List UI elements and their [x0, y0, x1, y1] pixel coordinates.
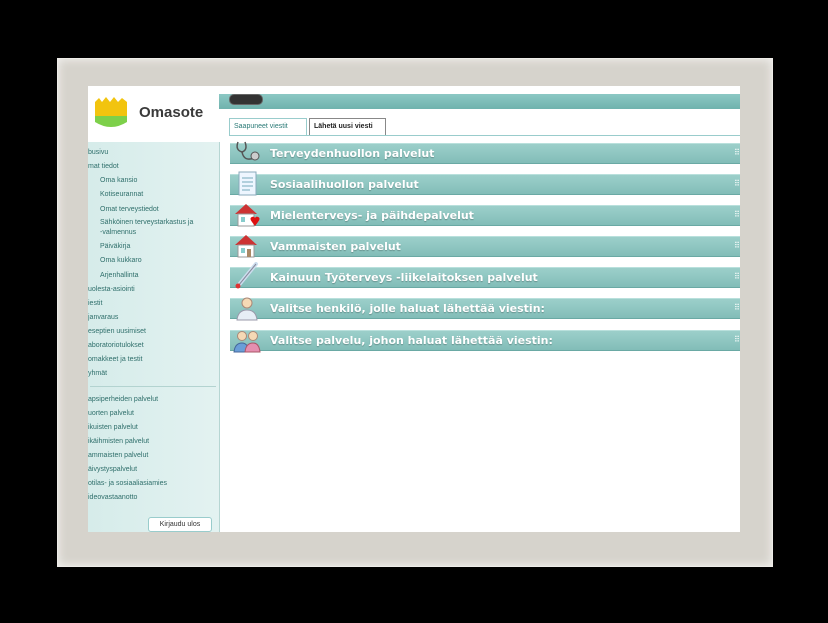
sidebar-item-disabled[interactable]: ammaisten palvelut: [88, 451, 148, 460]
expand-icon[interactable]: ⠿: [734, 149, 740, 157]
sidebar-item-proxy[interactable]: uolesta-asiointi: [88, 285, 135, 294]
section-health-services[interactable]: Terveydenhuollon palvelut ⠿: [230, 141, 740, 164]
sidebar-item-video[interactable]: ideovastaanotto: [88, 493, 137, 502]
section-select-service[interactable]: Valitse palvelu, johon haluat lähettää v…: [230, 330, 740, 353]
tab-divider: [229, 135, 740, 136]
section-occupational-health[interactable]: Kainuun Työterveys -liikelaitoksen palve…: [230, 262, 740, 289]
section-label: Kainuun Työterveys -liikelaitoksen palve…: [270, 271, 538, 284]
sidebar: busivu mat tiedot Oma kansio Kotiseurann…: [88, 142, 220, 532]
sidebar-item-lab-results[interactable]: aboratoriotulokset: [88, 341, 144, 350]
sidebar-item-health-data[interactable]: Omat terveystiedot: [100, 205, 159, 214]
thermometer-icon: [235, 262, 258, 289]
house-icon: [235, 235, 257, 258]
section-select-person[interactable]: Valitse henkilö, jolle haluat lähettää v…: [230, 297, 740, 321]
screen: Omasote Saapuneet viestit Lähetä uusi vi…: [88, 86, 740, 532]
document-icon: [238, 171, 257, 196]
sidebar-divider: [90, 386, 216, 387]
sidebar-item-ombudsman[interactable]: otilas- ja sosiaaliasiamies: [88, 479, 167, 488]
sidebar-item-forms-tests[interactable]: omakkeet ja testit: [88, 355, 142, 364]
header-handle: [229, 94, 263, 105]
tab-received-messages[interactable]: Saapuneet viestit: [229, 118, 307, 136]
expand-icon[interactable]: ⠿: [734, 273, 740, 281]
house-heart-icon: [235, 204, 260, 227]
expand-icon[interactable]: ⠿: [734, 304, 740, 312]
sidebar-item-home[interactable]: busivu: [88, 148, 108, 157]
sidebar-item-health-check[interactable]: Sähköinen terveystarkastus ja: [100, 218, 193, 227]
sidebar-item-own-folder[interactable]: Oma kansio: [100, 176, 137, 185]
sidebar-item-messages[interactable]: iestit: [88, 299, 102, 308]
sidebar-item-groups[interactable]: yhmät: [88, 369, 107, 378]
section-label: Terveydenhuollon palvelut: [270, 147, 435, 160]
expand-icon[interactable]: ⠿: [734, 180, 740, 188]
sidebar-item-youth[interactable]: uorten palvelut: [88, 409, 134, 418]
sidebar-item-families[interactable]: apsiperheiden palvelut: [88, 395, 158, 404]
tab-send-new-message[interactable]: Lähetä uusi viesti: [309, 118, 386, 136]
sidebar-item-home-monitoring[interactable]: Kotiseurannat: [100, 190, 143, 199]
expand-icon[interactable]: ⠿: [734, 336, 740, 344]
sidebar-item-prescriptions[interactable]: eseptien uusimiset: [88, 327, 146, 336]
sidebar-item-health-check-cont: -valmennus: [100, 229, 137, 236]
sidebar-item-my-data[interactable]: mat tiedot: [88, 162, 119, 171]
people-icon: [233, 331, 261, 353]
header-strip: [219, 94, 740, 109]
sidebar-item-wallet[interactable]: Oma kukkaro: [100, 256, 142, 265]
section-label: Vammaisten palvelut: [270, 240, 401, 253]
section-mental-health[interactable]: Mielenterveys- ja päihdepalvelut ⠿: [230, 204, 740, 227]
brand-name: Omasote: [139, 104, 204, 121]
section-label: Valitse palvelu, johon haluat lähettää v…: [270, 334, 553, 347]
section-label: Mielenterveys- ja päihdepalvelut: [270, 209, 474, 222]
section-label: Sosiaalihuollon palvelut: [270, 178, 419, 191]
sidebar-item-daily-life[interactable]: Arjenhallinta: [100, 271, 139, 280]
expand-icon[interactable]: ⠿: [734, 242, 740, 250]
sidebar-item-appointments[interactable]: janvaraus: [88, 313, 118, 322]
section-disability-services[interactable]: Vammaisten palvelut ⠿: [230, 235, 740, 258]
sidebar-item-elderly[interactable]: ikäihmisten palvelut: [88, 437, 149, 446]
sidebar-item-diary[interactable]: Päiväkirja: [100, 242, 130, 251]
section-label: Valitse henkilö, jolle haluat lähettää v…: [270, 302, 545, 315]
sidebar-item-emergency[interactable]: äivystyspalvelut: [88, 465, 137, 474]
section-social-services[interactable]: Sosiaalihuollon palvelut ⠿: [230, 171, 740, 196]
person-icon: [236, 297, 258, 321]
sidebar-item-adults[interactable]: ikuisten palvelut: [88, 423, 138, 432]
logout-button[interactable]: Kirjaudu ulos: [148, 517, 212, 532]
omasote-logo-icon: [94, 96, 128, 130]
expand-icon[interactable]: ⠿: [734, 211, 740, 219]
stethoscope-icon: [236, 141, 260, 161]
